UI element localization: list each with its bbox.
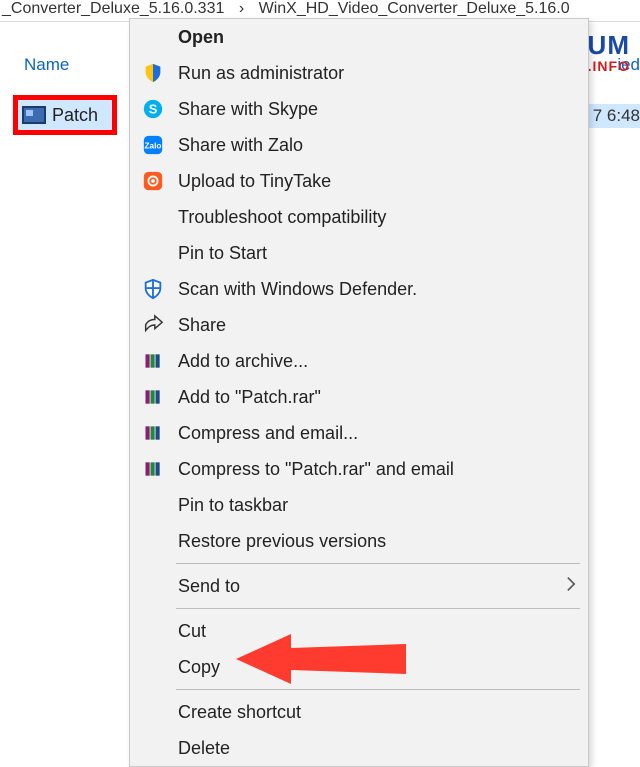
blank-icon xyxy=(140,618,166,644)
blank-icon xyxy=(140,735,166,761)
file-label: Patch xyxy=(52,105,98,126)
blank-icon xyxy=(140,699,166,725)
svg-text:Zalo: Zalo xyxy=(145,142,162,151)
menu-add-archive[interactable]: Add to archive... xyxy=(130,343,588,379)
winrar-books-icon xyxy=(140,348,166,374)
menu-delete[interactable]: Delete xyxy=(130,730,588,766)
menu-separator xyxy=(176,608,580,609)
svg-text:S: S xyxy=(149,102,158,117)
menu-restore-versions[interactable]: Restore previous versions xyxy=(130,523,588,559)
blank-icon xyxy=(140,204,166,230)
blank-icon xyxy=(140,240,166,266)
menu-separator xyxy=(176,689,580,690)
tinytake-icon xyxy=(140,168,166,194)
column-header-date[interactable]: ied xyxy=(617,55,640,75)
patch-file-icon xyxy=(22,106,46,124)
share-arrow-icon xyxy=(140,312,166,338)
menu-compress-email[interactable]: Compress and email... xyxy=(130,415,588,451)
file-item-patch[interactable]: Patch xyxy=(13,95,117,135)
shield-admin-icon xyxy=(140,60,166,86)
menu-create-shortcut[interactable]: Create shortcut xyxy=(130,694,588,730)
menu-share-zalo[interactable]: Zalo Share with Zalo xyxy=(130,127,588,163)
winrar-books-icon xyxy=(140,456,166,482)
blank-icon xyxy=(140,492,166,518)
file-date-value: 7 6:48 xyxy=(587,104,640,128)
breadcrumb-sep: › xyxy=(239,0,244,17)
menu-scan-defender[interactable]: Scan with Windows Defender. xyxy=(130,271,588,307)
menu-run-as-admin[interactable]: Run as administrator xyxy=(130,55,588,91)
context-menu: Open Run as administrator S Share with S… xyxy=(129,18,589,767)
blank-icon xyxy=(140,654,166,680)
winrar-books-icon xyxy=(140,384,166,410)
column-header-name[interactable]: Name xyxy=(24,55,69,75)
menu-add-patch-rar[interactable]: Add to "Patch.rar" xyxy=(130,379,588,415)
skype-icon: S xyxy=(140,96,166,122)
winrar-books-icon xyxy=(140,420,166,446)
defender-shield-icon xyxy=(140,276,166,302)
menu-pin-start[interactable]: Pin to Start xyxy=(130,235,588,271)
menu-share[interactable]: Share xyxy=(130,307,588,343)
blank-icon xyxy=(140,24,166,50)
breadcrumb-seg[interactable]: WinX_HD_Video_Converter_Deluxe_5.16.0 xyxy=(259,0,570,17)
menu-copy[interactable]: Copy xyxy=(130,649,588,685)
menu-pin-taskbar[interactable]: Pin to taskbar xyxy=(130,487,588,523)
menu-cut[interactable]: Cut xyxy=(130,613,588,649)
blank-icon xyxy=(140,528,166,554)
zalo-icon: Zalo xyxy=(140,132,166,158)
menu-send-to[interactable]: Send to xyxy=(130,568,588,604)
menu-upload-tinytake[interactable]: Upload to TinyTake xyxy=(130,163,588,199)
breadcrumb-seg[interactable]: _Converter_Deluxe_5.16.0.331 xyxy=(2,0,224,17)
menu-open[interactable]: Open xyxy=(130,19,588,55)
blank-icon xyxy=(140,573,166,599)
chevron-right-icon xyxy=(566,576,576,597)
menu-separator xyxy=(176,563,580,564)
menu-troubleshoot[interactable]: Troubleshoot compatibility xyxy=(130,199,588,235)
menu-compress-patch-email[interactable]: Compress to "Patch.rar" and email xyxy=(130,451,588,487)
menu-share-skype[interactable]: S Share with Skype xyxy=(130,91,588,127)
